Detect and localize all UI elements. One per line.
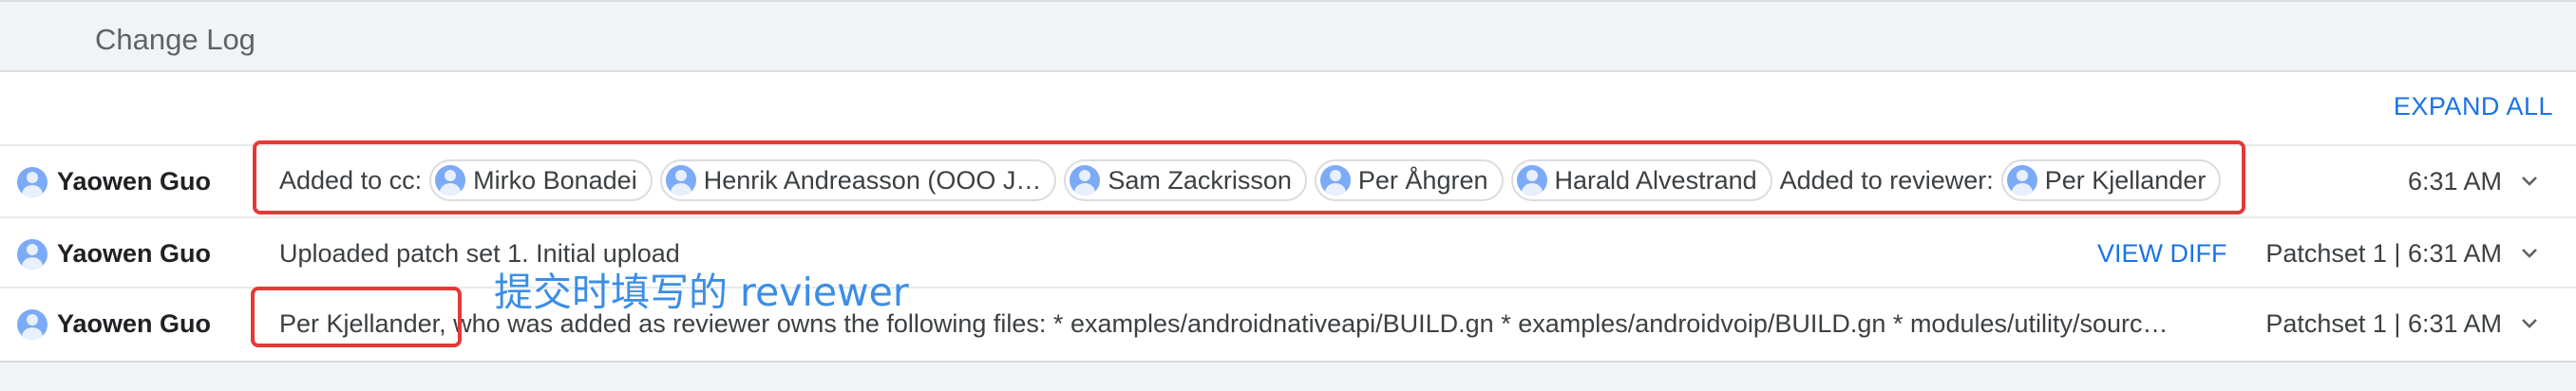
section-header: Change Log — [0, 0, 2576, 72]
log-entry[interactable]: Yaowen Guo Added to cc: Mirko Bonadei He… — [0, 144, 2576, 214]
entry-time: Patchset 1 | 6:31 AM — [2265, 239, 2502, 268]
avatar — [17, 309, 47, 340]
chevron-down-icon[interactable] — [2521, 173, 2538, 190]
view-diff-link[interactable]: VIEW DIFF — [2097, 235, 2227, 271]
log-entry[interactable]: Yaowen Guo Per Kjellander, who was added… — [0, 287, 2576, 357]
chip-label: Mirko Bonadei — [473, 166, 637, 195]
user-chip[interactable]: Per Åhgren — [1314, 159, 1504, 201]
reviewer-label: Added to reviewer: — [1779, 166, 1994, 195]
annotation-text: 提交时填写的 reviewer — [494, 270, 909, 315]
avatar — [17, 239, 47, 270]
entry-time: Patchset 1 | 6:31 AM — [2265, 309, 2502, 338]
avatar-icon — [435, 165, 466, 196]
log-entry[interactable]: Yaowen Guo Uploaded patch set 1. Initial… — [0, 216, 2576, 287]
chevron-down-icon[interactable] — [2521, 245, 2538, 262]
author-name[interactable]: Yaowen Guo — [57, 163, 211, 199]
entry-message: Added to cc: Mirko Bonadei Henrik Andrea… — [279, 159, 2228, 201]
chip-label: Sam Zackrisson — [1108, 166, 1292, 195]
chip-label: Per Kjellander — [2044, 166, 2207, 195]
entry-time: 6:31 AM — [2407, 167, 2502, 196]
expand-all-button[interactable]: EXPAND ALL — [2394, 89, 2553, 123]
chip-label: Henrik Andreasson (OOO J… — [703, 166, 1042, 195]
chevron-down-icon[interactable] — [2521, 315, 2538, 332]
change-log-page: Change Log EXPAND ALL Yaowen Guo Added t… — [0, 0, 2576, 391]
chip-label: Per Åhgren — [1357, 166, 1488, 195]
avatar-icon — [1516, 165, 1547, 196]
author-name[interactable]: Yaowen Guo — [57, 306, 211, 342]
cc-label: Added to cc: — [279, 166, 423, 195]
user-chip[interactable]: Mirko Bonadei — [429, 159, 653, 201]
user-chip[interactable]: Harald Alvestrand — [1510, 159, 1772, 201]
user-chip[interactable]: Sam Zackrisson — [1064, 159, 1307, 201]
change-log-toolbar: EXPAND ALL — [0, 72, 2576, 142]
avatar-icon — [665, 165, 696, 196]
section-title: Change Log — [95, 23, 256, 56]
user-chip[interactable]: Henrik Andreasson (OOO J… — [659, 159, 1057, 201]
avatar — [17, 167, 47, 197]
avatar-icon — [1319, 165, 1351, 196]
avatar-icon — [2006, 165, 2037, 196]
reviewer-chip[interactable]: Per Kjellander — [2000, 159, 2222, 201]
chip-label: Harald Alvestrand — [1554, 166, 1757, 195]
author-name[interactable]: Yaowen Guo — [57, 235, 211, 271]
entry-message: Uploaded patch set 1. Initial upload — [279, 239, 680, 268]
avatar-icon — [1070, 165, 1101, 196]
change-log-panel: EXPAND ALL Yaowen Guo Added to cc: Mirko… — [0, 72, 2576, 363]
